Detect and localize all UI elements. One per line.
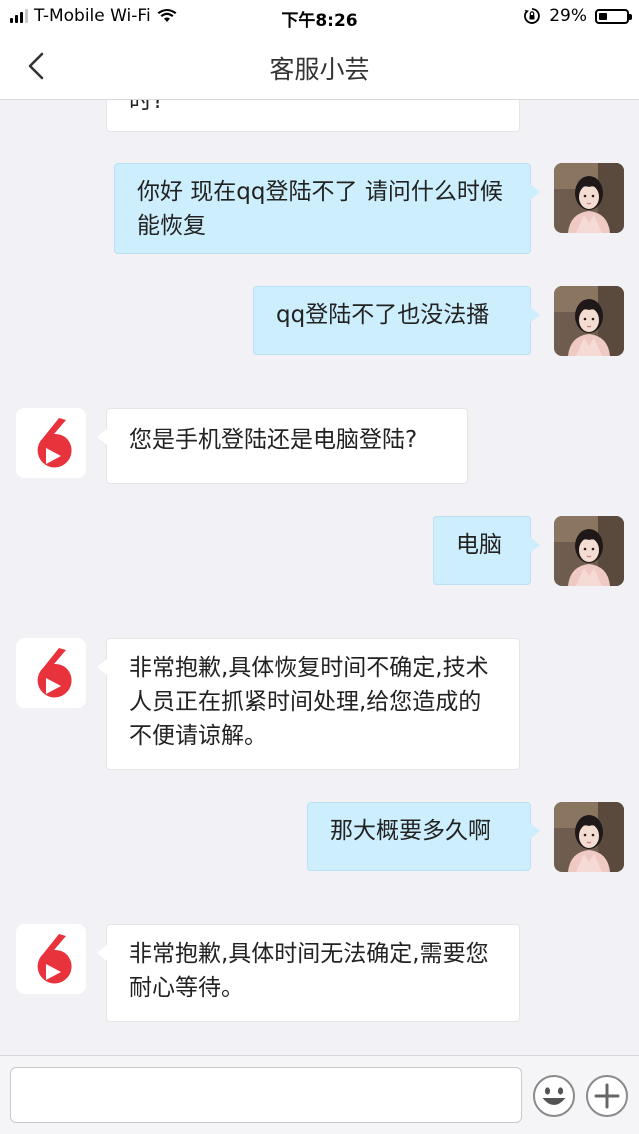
brand-logo-icon	[37, 648, 72, 698]
agent-avatar[interactable]	[16, 638, 86, 708]
user-avatar[interactable]	[554, 802, 624, 872]
orientation-lock-icon	[524, 8, 541, 24]
agent-message: 非常抱歉,具体恢复时间不确定,技术人员正在抓紧时间处理,给您造成的不便请谅解。	[97, 638, 520, 770]
plus-icon[interactable]	[585, 1074, 629, 1118]
agent-message: 您是手机登陆还是电脑登陆?	[97, 408, 468, 484]
agent-avatar[interactable]	[16, 408, 86, 478]
nav-bar: 客服小芸	[0, 34, 639, 100]
smiley-icon[interactable]	[532, 1074, 576, 1118]
user-message: 电脑	[433, 516, 540, 585]
user-avatar[interactable]	[554, 516, 624, 586]
agent-avatar[interactable]	[16, 924, 86, 994]
brand-logo-icon	[37, 418, 72, 468]
chat-list[interactable]: 时? 你好 现在qq登陆不了 请问什么时候能恢复 qq登陆不了也没法播 您是手机…	[0, 100, 639, 1055]
chat-screen: T-Mobile Wi-Fi 下午8:26 29% 客服小芸 时? 你好 现在q…	[0, 0, 639, 1134]
battery-icon	[595, 8, 632, 24]
user-avatar[interactable]	[554, 163, 624, 233]
agent-message: 非常抱歉,具体时间无法确定,需要您耐心等待。	[97, 924, 520, 1022]
agent-message: 时?	[106, 100, 520, 132]
user-avatar[interactable]	[554, 286, 624, 356]
status-bar: T-Mobile Wi-Fi 下午8:26 29%	[0, 0, 639, 34]
user-message: 那大概要多久啊	[307, 802, 540, 871]
input-bar	[0, 1055, 639, 1134]
user-message: 你好 现在qq登陆不了 请问什么时候能恢复	[114, 163, 540, 254]
user-message: qq登陆不了也没法播	[253, 286, 540, 355]
brand-logo-icon	[37, 934, 72, 984]
battery-percent: 29%	[549, 6, 587, 26]
page-title: 客服小芸	[269, 55, 370, 84]
message-input[interactable]	[10, 1067, 522, 1123]
